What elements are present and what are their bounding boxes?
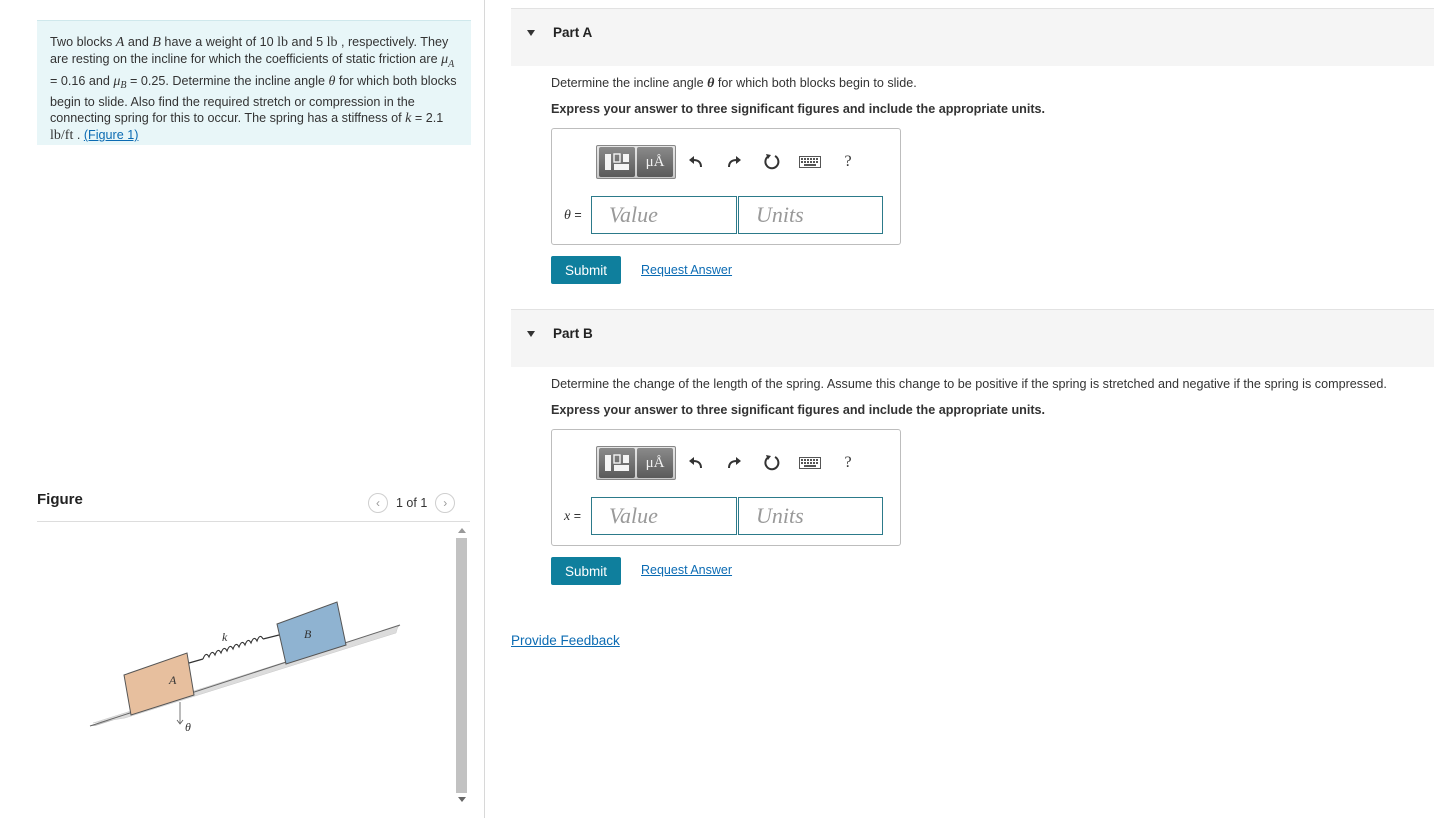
- redo-icon[interactable]: [716, 448, 752, 478]
- problem-text: = 0.16 and: [50, 73, 114, 88]
- problem-text: and 5: [288, 35, 327, 49]
- figure-scrollbar[interactable]: [455, 526, 468, 810]
- mu-a-sub: A: [448, 58, 455, 70]
- figure-diagram: A B k θ: [89, 601, 401, 734]
- question-text: Determine the change of the length of th…: [551, 377, 1387, 391]
- figure-pager: ‹ 1 of 1 ›: [368, 492, 456, 514]
- label-b: B: [304, 627, 312, 641]
- scroll-up-icon[interactable]: [458, 528, 466, 533]
- label-k: k: [222, 630, 228, 644]
- variable-symbol: θ: [564, 208, 571, 223]
- templates-icon[interactable]: [599, 448, 635, 478]
- question-text: for which both blocks begin to slide.: [714, 76, 917, 90]
- unit-lb-ft: lb/ft: [50, 128, 74, 144]
- figure-divider: [37, 521, 470, 522]
- units-icon[interactable]: μÅ: [637, 448, 673, 478]
- value-input[interactable]: Value: [591, 196, 737, 234]
- part-b-instruction: Express your answer to three significant…: [551, 403, 1046, 417]
- keyboard-icon[interactable]: [792, 448, 828, 478]
- variable-equals: =: [570, 208, 582, 222]
- units-icon[interactable]: μÅ: [637, 147, 673, 177]
- problem-text: .: [73, 128, 84, 143]
- problem-statement: Two blocks A and B have a weight of 10 l…: [37, 20, 471, 145]
- part-a-question: Determine the incline angle θ for which …: [551, 76, 917, 92]
- question-text: Determine the incline angle: [551, 76, 708, 90]
- toolbar-group: μÅ: [596, 446, 676, 480]
- value-input[interactable]: Value: [591, 497, 737, 535]
- templates-icon[interactable]: [599, 147, 635, 177]
- units-input[interactable]: Units: [738, 497, 883, 535]
- part-b-request-answer-link[interactable]: Request Answer: [641, 563, 732, 577]
- scroll-thumb[interactable]: [456, 538, 467, 793]
- units-input[interactable]: Units: [738, 196, 883, 234]
- redo-icon[interactable]: [716, 147, 752, 177]
- part-a-instruction: Express your answer to three significant…: [551, 102, 1046, 116]
- scroll-down-icon[interactable]: [458, 797, 466, 802]
- figure-title: Figure: [37, 491, 83, 508]
- label-a: A: [168, 673, 177, 687]
- math-toolbar: μÅ ?: [596, 144, 866, 180]
- provide-feedback-link[interactable]: Provide Feedback: [511, 633, 620, 648]
- part-b-submit-button[interactable]: Submit: [551, 557, 621, 585]
- help-icon[interactable]: ?: [830, 147, 866, 177]
- part-b-question: Determine the change of the length of th…: [551, 377, 1387, 391]
- reset-icon[interactable]: [754, 448, 790, 478]
- problem-text: have a weight of 10: [160, 35, 278, 49]
- part-b-answer-box: μÅ ? x = Value Units: [551, 429, 901, 546]
- help-icon[interactable]: ?: [830, 448, 866, 478]
- block-a: [123, 652, 195, 716]
- chevron-right-icon[interactable]: ›: [435, 493, 456, 513]
- figure-link[interactable]: (Figure 1): [84, 128, 139, 142]
- problem-text: = 0.25. Determine the incline angle: [126, 73, 329, 88]
- block-b: [276, 601, 347, 665]
- problem-text: and: [124, 35, 153, 49]
- math-toolbar: μÅ ?: [596, 445, 866, 481]
- part-a-answer-box: μÅ ? θ = Value Units: [551, 128, 901, 245]
- part-b-header[interactable]: Part B: [511, 309, 1434, 367]
- pane-divider: [484, 0, 485, 818]
- variable-label: x =: [564, 509, 581, 525]
- reset-icon[interactable]: [754, 147, 790, 177]
- part-a-header[interactable]: Part A: [511, 8, 1434, 66]
- keyboard-icon[interactable]: [792, 147, 828, 177]
- unit-lb: lb: [277, 35, 289, 50]
- variable-label: θ =: [564, 208, 582, 224]
- part-a-submit-button[interactable]: Submit: [551, 256, 621, 284]
- chevron-left-icon[interactable]: ‹: [368, 493, 388, 513]
- toolbar-group: μÅ: [596, 145, 676, 179]
- undo-icon[interactable]: [678, 448, 714, 478]
- problem-text: Two blocks: [50, 35, 116, 49]
- collapse-triangle-icon[interactable]: [527, 30, 535, 36]
- label-theta: θ: [185, 720, 191, 734]
- part-a-request-answer-link[interactable]: Request Answer: [641, 263, 732, 277]
- collapse-triangle-icon[interactable]: [527, 331, 535, 337]
- spring: [188, 634, 280, 664]
- unit-lb: lb: [326, 35, 338, 50]
- undo-icon[interactable]: [678, 147, 714, 177]
- problem-text: = 2.1: [411, 111, 444, 126]
- part-a-title: Part A: [553, 25, 593, 40]
- variable-equals: =: [570, 509, 581, 523]
- part-b-title: Part B: [553, 326, 593, 341]
- var-b: B: [152, 35, 161, 50]
- pager-count: 1 of 1: [396, 496, 428, 510]
